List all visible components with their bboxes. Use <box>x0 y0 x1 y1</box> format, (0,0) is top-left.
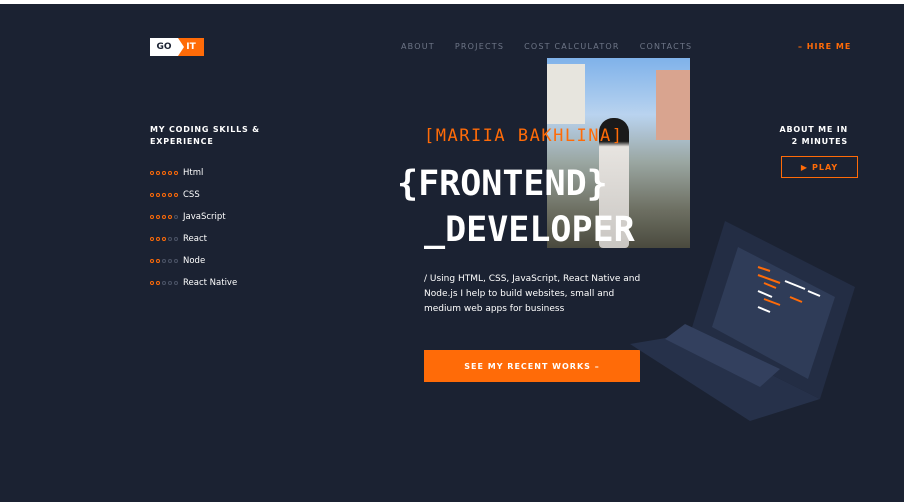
skill-level-dots <box>150 193 178 197</box>
play-icon: ▶ <box>800 162 808 172</box>
skill-dot <box>168 171 172 175</box>
skill-label: JavaScript <box>183 212 226 222</box>
skill-dot <box>156 193 160 197</box>
developer-name: [MARIIA BAKHLINA] <box>424 126 624 146</box>
skill-item: Node <box>150 256 205 266</box>
photo-building-left <box>547 64 585 124</box>
skill-dot <box>156 215 160 219</box>
hire-me-link[interactable]: – HIRE ME <box>798 42 851 51</box>
play-button[interactable]: ▶ PLAY <box>781 156 858 178</box>
skill-dot <box>150 259 154 263</box>
about-title: ABOUT ME IN 2 MINUTES <box>779 125 848 146</box>
skill-label: React Native <box>183 278 238 288</box>
skill-dot <box>150 281 154 285</box>
nav-contacts[interactable]: CONTACTS <box>640 42 693 51</box>
skill-dot <box>162 281 166 285</box>
skill-dot <box>162 237 166 241</box>
skill-dot <box>156 259 160 263</box>
skill-dot <box>168 281 172 285</box>
laptop-illustration <box>630 221 855 421</box>
main-nav: ABOUT PROJECTS COST CALCULATOR CONTACTS <box>401 42 692 51</box>
skill-dot <box>150 193 154 197</box>
photo-building-right <box>656 70 690 140</box>
skill-level-dots <box>150 215 178 219</box>
logo[interactable]: GO IT <box>150 38 204 56</box>
skill-dot <box>174 171 178 175</box>
skill-label: React <box>183 234 207 244</box>
skills-title: MY CODING SKILLS & EXPERIENCE <box>150 125 260 146</box>
nav-cost-calculator[interactable]: COST CALCULATOR <box>524 42 620 51</box>
hero-title-line1: {FRONTEND} <box>397 164 608 204</box>
skill-dot <box>168 193 172 197</box>
skill-level-dots <box>150 259 178 263</box>
skill-dot <box>174 281 178 285</box>
play-label: PLAY <box>811 162 839 172</box>
skill-dot <box>174 237 178 241</box>
skill-item: Html <box>150 168 203 178</box>
skill-dot <box>150 215 154 219</box>
skill-item: CSS <box>150 190 200 200</box>
hero-description: / Using HTML, CSS, JavaScript, React Nat… <box>424 274 641 314</box>
skill-dot <box>150 171 154 175</box>
skill-dot <box>162 259 166 263</box>
skill-dot <box>168 259 172 263</box>
skill-label: CSS <box>183 190 200 200</box>
logo-go: GO <box>150 38 184 56</box>
skill-label: Html <box>183 168 204 178</box>
skill-label: Node <box>183 256 206 266</box>
recent-works-button[interactable]: SEE MY RECENT WORKS – <box>424 350 640 382</box>
skill-level-dots <box>150 281 178 285</box>
skill-dot <box>174 215 178 219</box>
skill-dot <box>156 281 160 285</box>
skill-item: React <box>150 234 207 244</box>
skill-dot <box>168 215 172 219</box>
skill-dot <box>156 237 160 241</box>
skill-dot <box>162 193 166 197</box>
page: GO IT ABOUT PROJECTS COST CALCULATOR CON… <box>0 4 904 502</box>
skill-dot <box>150 237 154 241</box>
skill-dot <box>162 171 166 175</box>
skill-item: React Native <box>150 278 237 288</box>
skill-level-dots <box>150 237 178 241</box>
skill-level-dots <box>150 171 178 175</box>
nav-about[interactable]: ABOUT <box>401 42 435 51</box>
skill-dot <box>156 171 160 175</box>
skill-dot <box>162 215 166 219</box>
hero-title-line2: _DEVELOPER <box>424 210 635 250</box>
skill-dot <box>174 259 178 263</box>
nav-projects[interactable]: PROJECTS <box>455 42 504 51</box>
skill-item: JavaScript <box>150 212 226 222</box>
skill-dot <box>168 237 172 241</box>
skill-dot <box>174 193 178 197</box>
